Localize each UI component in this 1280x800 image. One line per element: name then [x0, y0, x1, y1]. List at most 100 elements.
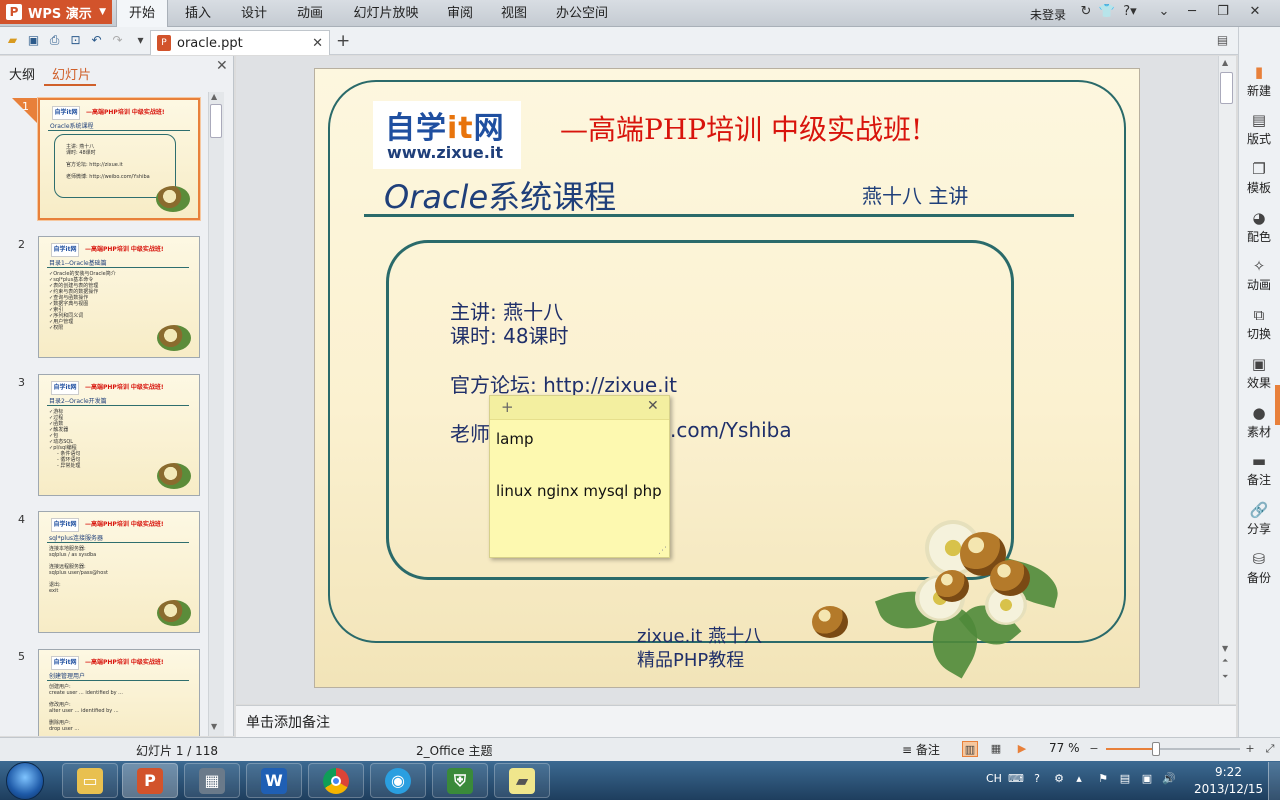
flag-icon[interactable]: ⚑ — [1096, 772, 1110, 786]
taskbar-wps-presentation[interactable]: P — [122, 763, 178, 798]
open-folder-icon[interactable]: ▰ — [4, 32, 21, 49]
sidebar-backup[interactable]: ⛁ 备份 — [1238, 549, 1280, 586]
scroll-down-icon[interactable]: ▼ — [1222, 644, 1228, 653]
sidebar-color-scheme[interactable]: ◕ 配色 — [1238, 208, 1280, 245]
show-desktop-button[interactable] — [1268, 762, 1280, 800]
fit-window-icon[interactable]: ⤢ — [1262, 741, 1278, 757]
taskbar-app[interactable]: ▦ — [184, 763, 240, 798]
login-status[interactable]: 未登录 — [1030, 6, 1066, 23]
minimize-icon[interactable]: ─ — [1182, 4, 1202, 22]
menu-review[interactable]: 审阅 — [438, 0, 482, 27]
slideshow-icon[interactable]: ▶ — [1014, 741, 1030, 757]
keyboard-icon[interactable]: ⌨ — [1008, 772, 1024, 786]
settings-icon[interactable]: ⚙ — [1052, 772, 1066, 786]
menu-office-space[interactable]: 办公空间 — [552, 0, 612, 27]
clock-time[interactable]: 9:22 — [1215, 765, 1242, 779]
add-note-icon[interactable]: + — [501, 398, 514, 416]
sidebar-notes[interactable]: ▬ 备注 — [1238, 451, 1280, 488]
scroll-down-icon[interactable]: ▼ — [211, 722, 217, 731]
slide-thumbnail-5[interactable]: 自学it网 —高端PHP培训 中级实战班! 创建管理用户 创建用户: creat… — [38, 649, 200, 736]
chevron-down-icon[interactable]: ⌄ — [1154, 4, 1174, 22]
chevron-up-icon[interactable]: ▴ — [1072, 772, 1086, 786]
slide-thumbnail-4[interactable]: 自学it网 —高端PHP培训 中级实战班! sql*plus连接服务器 连接本地… — [38, 511, 200, 633]
tab-outline[interactable]: 大纲 — [9, 64, 35, 83]
slide-headline[interactable]: —高端PHP培训 中级实战班! — [560, 108, 922, 148]
slide-sorter-icon[interactable]: ▦ — [988, 741, 1004, 757]
slide-content-frame[interactable] — [386, 240, 1014, 580]
scroll-up-icon[interactable]: ▲ — [1222, 58, 1228, 67]
save-icon[interactable]: ▣ — [25, 32, 42, 49]
new-tab-icon[interactable]: + — [336, 31, 350, 51]
slide-thumbnail-2[interactable]: 自学it网 —高端PHP培训 中级实战班! 目录1--Oracle基础篇 ✓Or… — [38, 236, 200, 358]
next-slide-icon[interactable]: ⏷ — [1222, 672, 1228, 682]
sidebar-transition[interactable]: ⧉ 切换 — [1238, 305, 1280, 342]
network-icon[interactable]: ▣ — [1140, 772, 1154, 786]
sidebar-new[interactable]: ▮ 新建 — [1238, 62, 1280, 99]
sidebar-layout[interactable]: ▤ 版式 — [1238, 110, 1280, 147]
tab-slides[interactable]: 幻灯片 — [52, 64, 91, 83]
taskbar-wps-writer[interactable]: W — [246, 763, 302, 798]
help-icon[interactable]: ?▾ — [1120, 4, 1140, 22]
sticky-note-line[interactable]: lamp — [496, 430, 534, 448]
clock-date[interactable]: 2013/12/15 — [1194, 782, 1263, 796]
volume-icon[interactable]: 🔊 — [1162, 772, 1176, 786]
scroll-up-icon[interactable]: ▲ — [211, 92, 217, 101]
help-icon[interactable]: ? — [1030, 772, 1044, 786]
menu-home[interactable]: 开始 — [116, 0, 168, 27]
notes-pane[interactable] — [236, 705, 1236, 737]
print-icon[interactable]: ⎙ — [46, 32, 63, 49]
print-preview-icon[interactable]: ⊡ — [67, 32, 84, 49]
menu-slideshow[interactable]: 幻灯片放映 — [346, 0, 426, 27]
notes-toggle[interactable]: ≡ 备注 — [902, 741, 940, 758]
zoom-out-icon[interactable]: − — [1086, 741, 1102, 757]
menu-design[interactable]: 设计 — [232, 0, 276, 27]
slide-course-title[interactable]: Oracle系统课程 — [384, 172, 616, 218]
notes-placeholder[interactable]: 单击添加备注 — [246, 712, 330, 732]
taskbar-security[interactable]: ⛨ — [432, 763, 488, 798]
normal-view-icon[interactable]: ▥ — [962, 741, 978, 757]
skin-icon[interactable]: 👕 — [1097, 4, 1117, 22]
close-icon[interactable]: ✕ — [1245, 4, 1265, 22]
scrollbar-thumb[interactable] — [210, 104, 222, 138]
menu-animation[interactable]: 动画 — [288, 0, 332, 27]
sidebar-materials[interactable]: ● 素材 — [1238, 403, 1280, 440]
taskbar-chrome[interactable] — [308, 763, 364, 798]
zoom-in-icon[interactable]: + — [1242, 741, 1258, 757]
theme-name[interactable]: 2_Office 主题 — [416, 742, 492, 759]
document-tab[interactable]: P oracle.ppt ✕ — [150, 30, 330, 55]
clipboard-icon[interactable]: ▤ — [1118, 772, 1132, 786]
prev-slide-icon[interactable]: ⏶ — [1222, 656, 1228, 666]
taskbar-sticky-notes[interactable]: ▰ — [494, 763, 550, 798]
thumbnail-scrollbar[interactable] — [208, 92, 224, 736]
taskbar-qq[interactable]: ◉ — [370, 763, 426, 798]
resize-grip-icon[interactable]: ⋰ — [658, 546, 667, 556]
chevron-down-icon[interactable]: ▾ — [132, 32, 149, 49]
sidebar-share[interactable]: 🔗 分享 — [1238, 500, 1280, 537]
slide-thumbnail-3[interactable]: 自学it网 —高端PHP培训 中级实战班! 目录2--Oracle开发篇 ✓游标… — [38, 374, 200, 496]
sidebar-template[interactable]: ❐ 模板 — [1238, 159, 1280, 196]
tab-list-icon[interactable]: ▤ — [1214, 32, 1231, 49]
start-button[interactable] — [6, 762, 44, 800]
menu-insert[interactable]: 插入 — [176, 0, 220, 27]
taskbar-explorer[interactable]: ▭ — [62, 763, 118, 798]
close-icon[interactable]: ✕ — [647, 398, 659, 414]
slide-speaker[interactable]: 燕十八 主讲 — [862, 180, 968, 209]
wps-app-button[interactable]: P WPS 演示 ▼ — [0, 0, 112, 24]
redo-icon[interactable]: ↷ — [109, 32, 126, 49]
pane-collapse-handle[interactable] — [1275, 385, 1280, 425]
close-icon[interactable]: ✕ — [216, 58, 228, 74]
sidebar-effects[interactable]: ▣ 效果 — [1238, 354, 1280, 391]
restore-icon[interactable]: ❐ — [1213, 4, 1233, 22]
sidebar-animation[interactable]: ✧ 动画 — [1238, 256, 1280, 293]
canvas-scrollbar[interactable] — [1218, 56, 1236, 704]
menu-view[interactable]: 视图 — [492, 0, 536, 27]
sticky-note-header[interactable] — [490, 396, 669, 420]
input-language[interactable]: CH — [986, 772, 1002, 785]
slide-thumbnail-1[interactable]: 自学it网 —高端PHP培训 中级实战班! Oracle系统课程 主讲: 燕十八… — [38, 98, 200, 220]
sync-icon[interactable]: ↻ — [1076, 4, 1096, 22]
undo-icon[interactable]: ↶ — [88, 32, 105, 49]
zoom-slider-thumb[interactable] — [1152, 742, 1160, 756]
scrollbar-thumb[interactable] — [1220, 72, 1233, 104]
sticky-note-line[interactable]: linux nginx mysql php — [496, 482, 662, 500]
close-icon[interactable]: ✕ — [312, 36, 323, 51]
